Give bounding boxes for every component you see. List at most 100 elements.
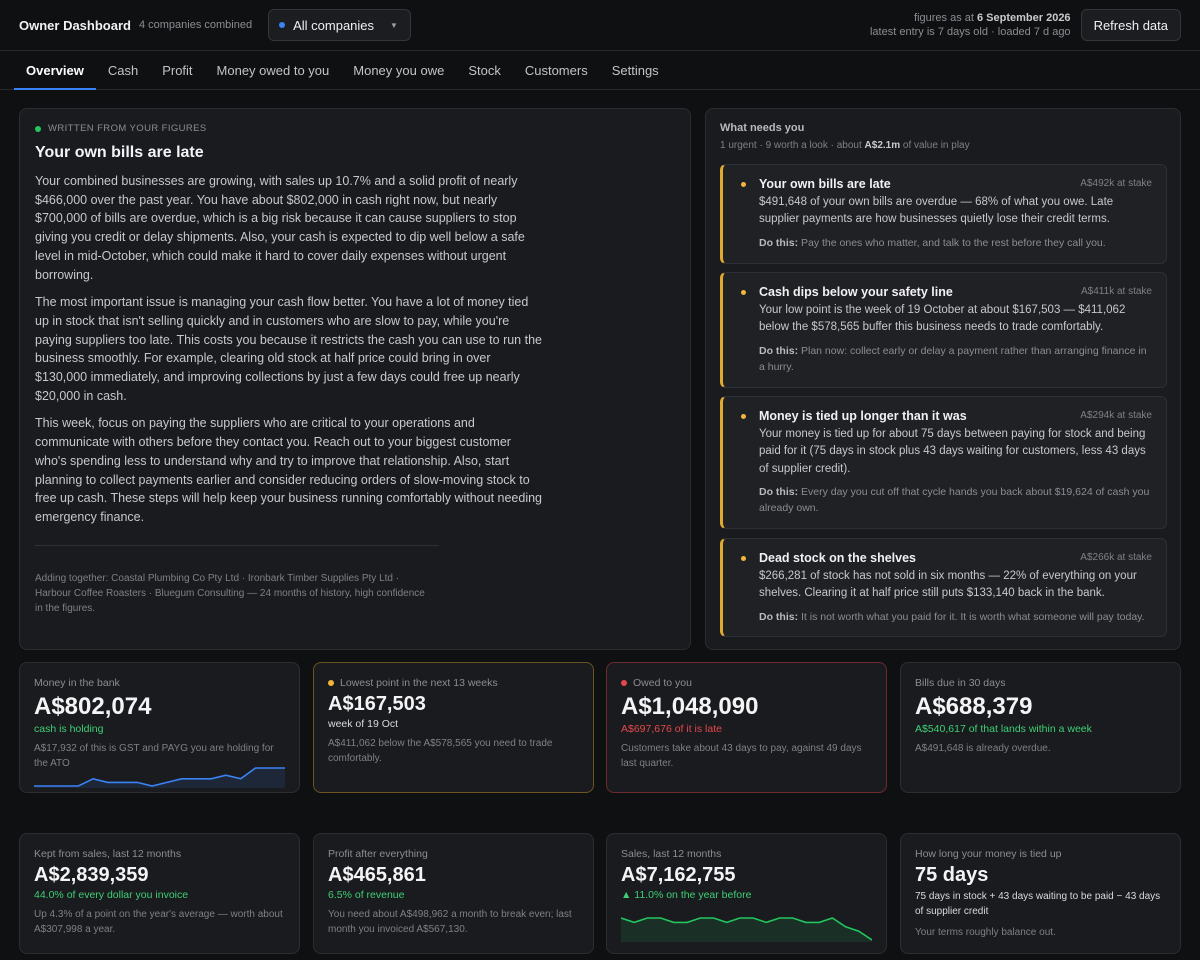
metric-note: A$697,676 of it is late [621,723,722,735]
app-subtitle: 4 companies combined [138,19,253,31]
issue-stake: A$492k at stake [1080,178,1152,189]
warning-dot-icon [328,680,334,686]
issue-todo: Do this: Pay the ones who matter, and ta… [759,235,1150,251]
metric-note: A$540,617 of that lands within a week [915,723,1092,735]
metric-label-text: Lowest point in the next 13 weeks [340,677,498,689]
todo-text: Every day you cut off that cycle hands y… [759,485,1150,514]
status-dot-icon [35,125,41,132]
metric-label: Lowest point in the next 13 weeks [328,677,579,689]
summary-card: WRITTEN FROM YOUR FIGURES Your own bills… [19,108,691,650]
metric-note: cash is holding [34,723,104,735]
metric-sales[interactable]: Sales, last 12 months A$7,162,755 ▲ 11.0… [606,833,887,954]
needs-sub-value: A$2.1m [864,140,901,151]
metric-label: Profit after everything [328,848,428,860]
metric-desc: Customers take about 43 days to pay, aga… [621,743,862,769]
metric-label: Money in the bank [34,677,120,689]
issue-card-money-tied-up[interactable]: A$294k at stake Money is tied up longer … [720,396,1167,529]
tab-overview[interactable]: Overview [14,51,96,90]
metric-note: ▲ 11.0% on the year before [621,889,752,901]
metric-kept-from-sales[interactable]: Kept from sales, last 12 months A$2,839,… [19,833,300,954]
issue-card-cash-dips[interactable]: A$411k at stake Cash dips below your saf… [720,272,1167,388]
issue-stake: A$411k at stake [1081,286,1152,297]
warning-dot-icon [741,290,746,295]
tab-stock[interactable]: Stock [456,51,513,89]
metric-value: A$465,861 [328,864,426,886]
metric-desc: A$411,062 below the A$578,565 you need t… [328,738,553,764]
issue-body: $266,281 of stock has not sold in six mo… [759,570,1137,600]
eyebrow-text: WRITTEN FROM YOUR FIGURES [48,123,207,134]
asof-date: 6 September 2026 [977,12,1071,24]
metric-label-text: Owed to you [633,677,692,689]
chevron-down-icon: ▼ [390,20,398,30]
metric-owed-to-you[interactable]: Owed to you A$1,048,090 A$697,676 of it … [606,662,887,793]
metric-label: How long your money is tied up [915,848,1062,860]
selector-dot-icon [279,22,286,28]
needs-sub-suffix: of value in play [902,140,970,151]
metric-desc: You need about A$498,962 a month to brea… [328,909,572,935]
summary-paragraph-2: The most important issue is managing you… [35,295,542,403]
issue-body: Your low point is the week of 19 October… [759,304,1126,334]
metric-label: Sales, last 12 months [621,848,722,860]
metric-lowest-point[interactable]: Lowest point in the next 13 weeks A$167,… [313,662,594,793]
issue-stake: A$294k at stake [1080,410,1152,421]
metric-label: Bills due in 30 days [915,677,1006,689]
todo-label: Do this: [759,236,799,249]
metric-value: A$167,503 [328,693,426,715]
metric-bills-due[interactable]: Bills due in 30 days A$688,379 A$540,617… [900,662,1181,793]
metric-label: Kept from sales, last 12 months [34,848,182,860]
metric-note: week of 19 Oct [328,718,399,730]
tab-settings[interactable]: Settings [600,51,671,89]
warning-dot-icon [741,556,746,561]
needs-title: What needs you [720,122,805,134]
asof-line2: latest entry is 7 days old · loaded 7 d … [869,26,1071,38]
as-of-info: figures as at 6 September 2026 latest en… [870,11,1071,39]
metric-value: A$7,162,755 [621,864,736,886]
metric-value: A$688,379 [915,693,1033,720]
summary-paragraph-3: This week, focus on paying the suppliers… [35,416,543,524]
issue-body: Your money is tied up for about 75 days … [759,428,1146,475]
issue-todo: Do this: Plan now: collect early or dela… [759,343,1150,375]
tab-profit[interactable]: Profit [150,51,204,89]
summary-eyebrow: WRITTEN FROM YOUR FIGURES [35,123,675,134]
asof-prefix: figures as at [914,12,974,24]
metric-note: 6.5% of revenue [328,889,405,901]
todo-text: Pay the ones who matter, and talk to the… [801,236,1106,249]
todo-label: Do this: [759,344,799,357]
top-bar: Owner Dashboard 4 companies combined All… [0,0,1200,51]
tab-money-you-owe[interactable]: Money you owe [341,51,456,89]
issue-stake: A$266k at stake [1080,552,1152,563]
issue-card-bills-late[interactable]: A$492k at stake Your own bills are late … [720,164,1167,264]
metric-money-tied-up[interactable]: How long your money is tied up 75 days 7… [900,833,1181,954]
metric-money-in-bank[interactable]: Money in the bank A$802,074 cash is hold… [19,662,300,793]
todo-text: It is not worth what you paid for it. It… [801,610,1145,623]
todo-label: Do this: [759,610,799,623]
issue-todo: Do this: It is not worth what you paid f… [759,609,1150,625]
refresh-button[interactable]: Refresh data [1080,9,1181,41]
metric-value: A$2,839,359 [34,864,149,886]
what-needs-you-panel: What needs you 1 urgent · 9 worth a look… [705,108,1181,650]
metric-label: Owed to you [621,677,872,689]
issue-card-dead-stock[interactable]: A$266k at stake Dead stock on the shelve… [720,538,1167,637]
metric-desc: Your terms roughly balance out. [915,927,1056,938]
warning-dot-icon [741,414,746,419]
tab-cash[interactable]: Cash [96,51,150,89]
app-title: Owner Dashboard [19,17,131,33]
todo-text: Plan now: collect early or delay a payme… [759,344,1147,373]
nav-tabs: Overview Cash Profit Money owed to you M… [0,51,1200,90]
metric-value: A$1,048,090 [621,693,759,720]
needs-subtitle: 1 urgent · 9 worth a look · about A$2.1m… [720,140,1166,151]
metric-desc: Up 4.3% of a point on the year's average… [34,909,283,935]
tab-customers[interactable]: Customers [513,51,600,89]
metric-note: 44.0% of every dollar you invoice [34,889,189,901]
summary-title: Your own bills are late [35,144,204,161]
metric-value: 75 days [915,864,989,886]
metric-desc: A$491,648 is already overdue. [915,743,1051,754]
needs-sub-prefix: 1 urgent · 9 worth a look · about [720,140,862,151]
tab-money-owed-to-you[interactable]: Money owed to you [205,51,342,89]
metric-note: 75 days in stock + 43 days waiting to be… [915,891,1161,917]
issue-todo: Do this: Every day you cut off that cycl… [759,484,1150,516]
warning-dot-icon [741,182,746,187]
metric-value: A$802,074 [34,693,152,720]
metric-profit[interactable]: Profit after everything A$465,861 6.5% o… [313,833,594,954]
company-selector[interactable]: All companies ▼ [268,9,411,41]
